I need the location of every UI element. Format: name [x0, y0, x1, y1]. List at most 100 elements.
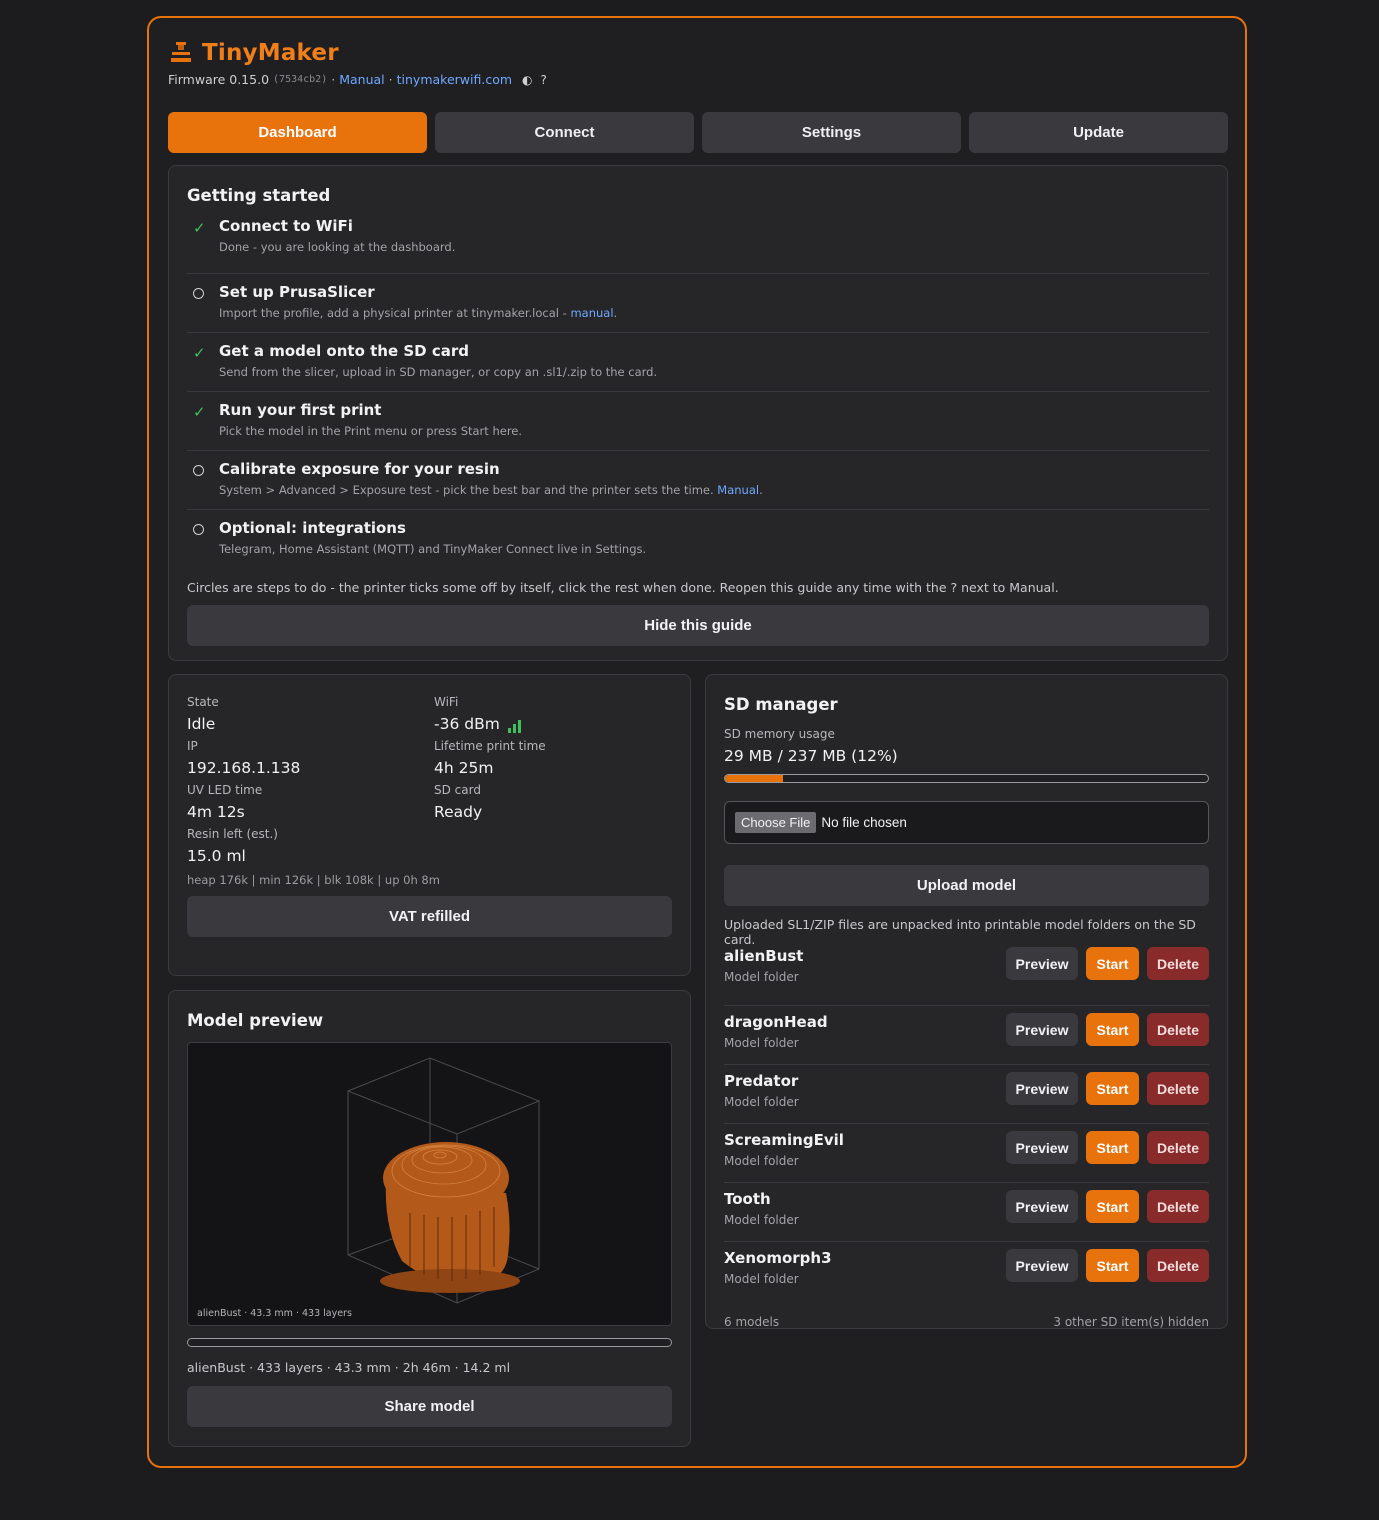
step-description: System > Advanced > Exposure test - pick…: [219, 483, 1209, 497]
preview-button[interactable]: Preview: [1006, 947, 1078, 980]
guide-step[interactable]: Set up PrusaSlicer Import the profile, a…: [187, 274, 1209, 333]
delete-button[interactable]: Delete: [1147, 1249, 1209, 1282]
tab-settings[interactable]: Settings: [702, 112, 961, 153]
resin-value: 15.0 ml: [187, 847, 246, 865]
getting-started-card: Getting started ✓ Connect to WiFi Done -…: [168, 165, 1228, 661]
firmware-version: Firmware 0.15.0: [168, 72, 270, 87]
guide-step[interactable]: Calibrate exposure for your resin System…: [187, 451, 1209, 510]
uv-field: UV LED time 4m 12s: [187, 783, 434, 821]
ip-field: IP 192.168.1.138: [187, 739, 434, 777]
model-row: Tooth Model folder Preview Start Delete: [724, 1183, 1209, 1242]
file-name: No file chosen: [821, 815, 907, 830]
model-name: Predator: [724, 1072, 799, 1090]
tab-connect[interactable]: Connect: [435, 112, 694, 153]
circle-icon[interactable]: [193, 465, 204, 476]
sd-usage-label: SD memory usage: [724, 727, 835, 741]
step-description: Import the profile, add a physical print…: [219, 306, 1209, 320]
preview-button[interactable]: Preview: [1006, 1072, 1078, 1105]
preview-button[interactable]: Preview: [1006, 1190, 1078, 1223]
tab-update[interactable]: Update: [969, 112, 1228, 153]
model-actions: Preview Start Delete: [1006, 1131, 1209, 1164]
preview-button[interactable]: Preview: [1006, 1013, 1078, 1046]
header: TinyMaker Firmware 0.15.0 (7534cb2) · Ma…: [168, 40, 547, 87]
printer-status-card: State Idle WiFi -36 dBm IP 192.168.1.138…: [168, 674, 691, 976]
guide-step[interactable]: Optional: integrations Telegram, Home As…: [187, 510, 1209, 569]
resin-field: Resin left (est.) 15.0 ml: [187, 827, 434, 865]
start-button[interactable]: Start: [1086, 947, 1139, 980]
hidden-items: 3 other SD item(s) hidden: [1053, 1315, 1209, 1329]
check-icon: ✓: [193, 219, 206, 237]
check-icon: ✓: [193, 403, 206, 421]
model-info: alienBust · 433 layers · 43.3 mm · 2h 46…: [187, 1360, 511, 1375]
sd-footer: 6 models 3 other SD item(s) hidden: [724, 1315, 1209, 1329]
delete-button[interactable]: Delete: [1147, 1013, 1209, 1046]
start-button[interactable]: Start: [1086, 1249, 1139, 1282]
step-description-end: .: [759, 483, 763, 497]
model-name: ScreamingEvil: [724, 1131, 844, 1149]
model-type: Model folder: [724, 1272, 799, 1286]
share-model-button[interactable]: Share model: [187, 1386, 672, 1427]
website-link[interactable]: tinymakerwifi.com: [397, 72, 512, 87]
file-input[interactable]: Choose File No file chosen: [724, 801, 1209, 844]
delete-button[interactable]: Delete: [1147, 1072, 1209, 1105]
printer-logo-icon: [168, 40, 194, 66]
model-text: alienBust Model folder: [724, 947, 803, 984]
model-row: Predator Model folder Preview Start Delete: [724, 1065, 1209, 1124]
manual-link[interactable]: Manual: [717, 483, 759, 497]
manual-link[interactable]: Manual: [339, 72, 384, 87]
guide-step[interactable]: ✓ Connect to WiFi Done - you are looking…: [187, 215, 1209, 274]
wifi-signal-icon: [507, 719, 521, 733]
choose-file-button[interactable]: Choose File: [735, 812, 817, 833]
preview-button[interactable]: Preview: [1006, 1249, 1078, 1282]
step-title: Connect to WiFi: [219, 217, 353, 235]
hide-guide-button[interactable]: Hide this guide: [187, 605, 1209, 646]
model-count: 6 models: [724, 1315, 780, 1329]
model-name: Xenomorph3: [724, 1249, 832, 1267]
status-grid: State Idle WiFi -36 dBm IP 192.168.1.138…: [187, 695, 672, 865]
circle-icon[interactable]: [193, 288, 204, 299]
delete-button[interactable]: Delete: [1147, 1190, 1209, 1223]
sd-manager-card: SD manager SD memory usage 29 MB / 237 M…: [705, 674, 1228, 1329]
delete-button[interactable]: Delete: [1147, 1131, 1209, 1164]
step-title: Get a model onto the SD card: [219, 342, 469, 360]
preview-button[interactable]: Preview: [1006, 1131, 1078, 1164]
delete-button[interactable]: Delete: [1147, 947, 1209, 980]
lifetime-field: Lifetime print time 4h 25m: [434, 739, 674, 777]
guide-title: Getting started: [187, 186, 331, 205]
preview-title: Model preview: [187, 1011, 324, 1030]
start-button[interactable]: Start: [1086, 1072, 1139, 1105]
circle-icon[interactable]: [193, 524, 204, 535]
model-name: dragonHead: [724, 1013, 828, 1031]
separator: ·: [388, 72, 393, 87]
model-type: Model folder: [724, 1095, 799, 1109]
model-render: [346, 1057, 541, 1304]
model-text: Predator Model folder: [724, 1072, 799, 1109]
model-name: Tooth: [724, 1190, 771, 1208]
tab-dashboard[interactable]: Dashboard: [168, 112, 427, 153]
help-icon[interactable]: ?: [541, 73, 547, 87]
model-list: alienBust Model folder Preview Start Delete d…: [724, 947, 1209, 1301]
model-row: dragonHead Model folder Preview Start Delete: [724, 1006, 1209, 1065]
sd-card-value: Ready: [434, 803, 483, 821]
start-button[interactable]: Start: [1086, 1131, 1139, 1164]
vat-refilled-button[interactable]: VAT refilled: [187, 896, 672, 937]
start-button[interactable]: Start: [1086, 1190, 1139, 1223]
model-preview-card: Model preview alienBust · 43.3 mm · 433 …: [168, 990, 691, 1447]
theme-toggle-icon[interactable]: ◐: [522, 73, 532, 87]
sd-card-label: SD card: [434, 783, 481, 797]
manual-link[interactable]: manual: [570, 306, 613, 320]
model-viewer[interactable]: alienBust · 43.3 mm · 433 layers: [187, 1042, 672, 1326]
guide-step[interactable]: ✓ Get a model onto the SD card Send from…: [187, 333, 1209, 392]
upload-model-button[interactable]: Upload model: [724, 865, 1209, 906]
viewer-caption: alienBust · 43.3 mm · 433 layers: [197, 1308, 352, 1319]
wifi-signal-text: -36 dBm: [434, 715, 500, 733]
sd-usage-value: 29 MB / 237 MB (12%): [724, 747, 898, 765]
lifetime-label: Lifetime print time: [434, 739, 546, 753]
step-title: Calibrate exposure for your resin: [219, 460, 500, 478]
step-description-end: .: [613, 306, 618, 320]
heap-info: heap 176k | min 126k | blk 108k | up 0h …: [187, 873, 440, 887]
step-description-text: System > Advanced > Exposure test - pick…: [219, 483, 718, 497]
start-button[interactable]: Start: [1086, 1013, 1139, 1046]
uv-value: 4m 12s: [187, 803, 245, 821]
guide-step[interactable]: ✓ Run your first print Pick the model in…: [187, 392, 1209, 451]
